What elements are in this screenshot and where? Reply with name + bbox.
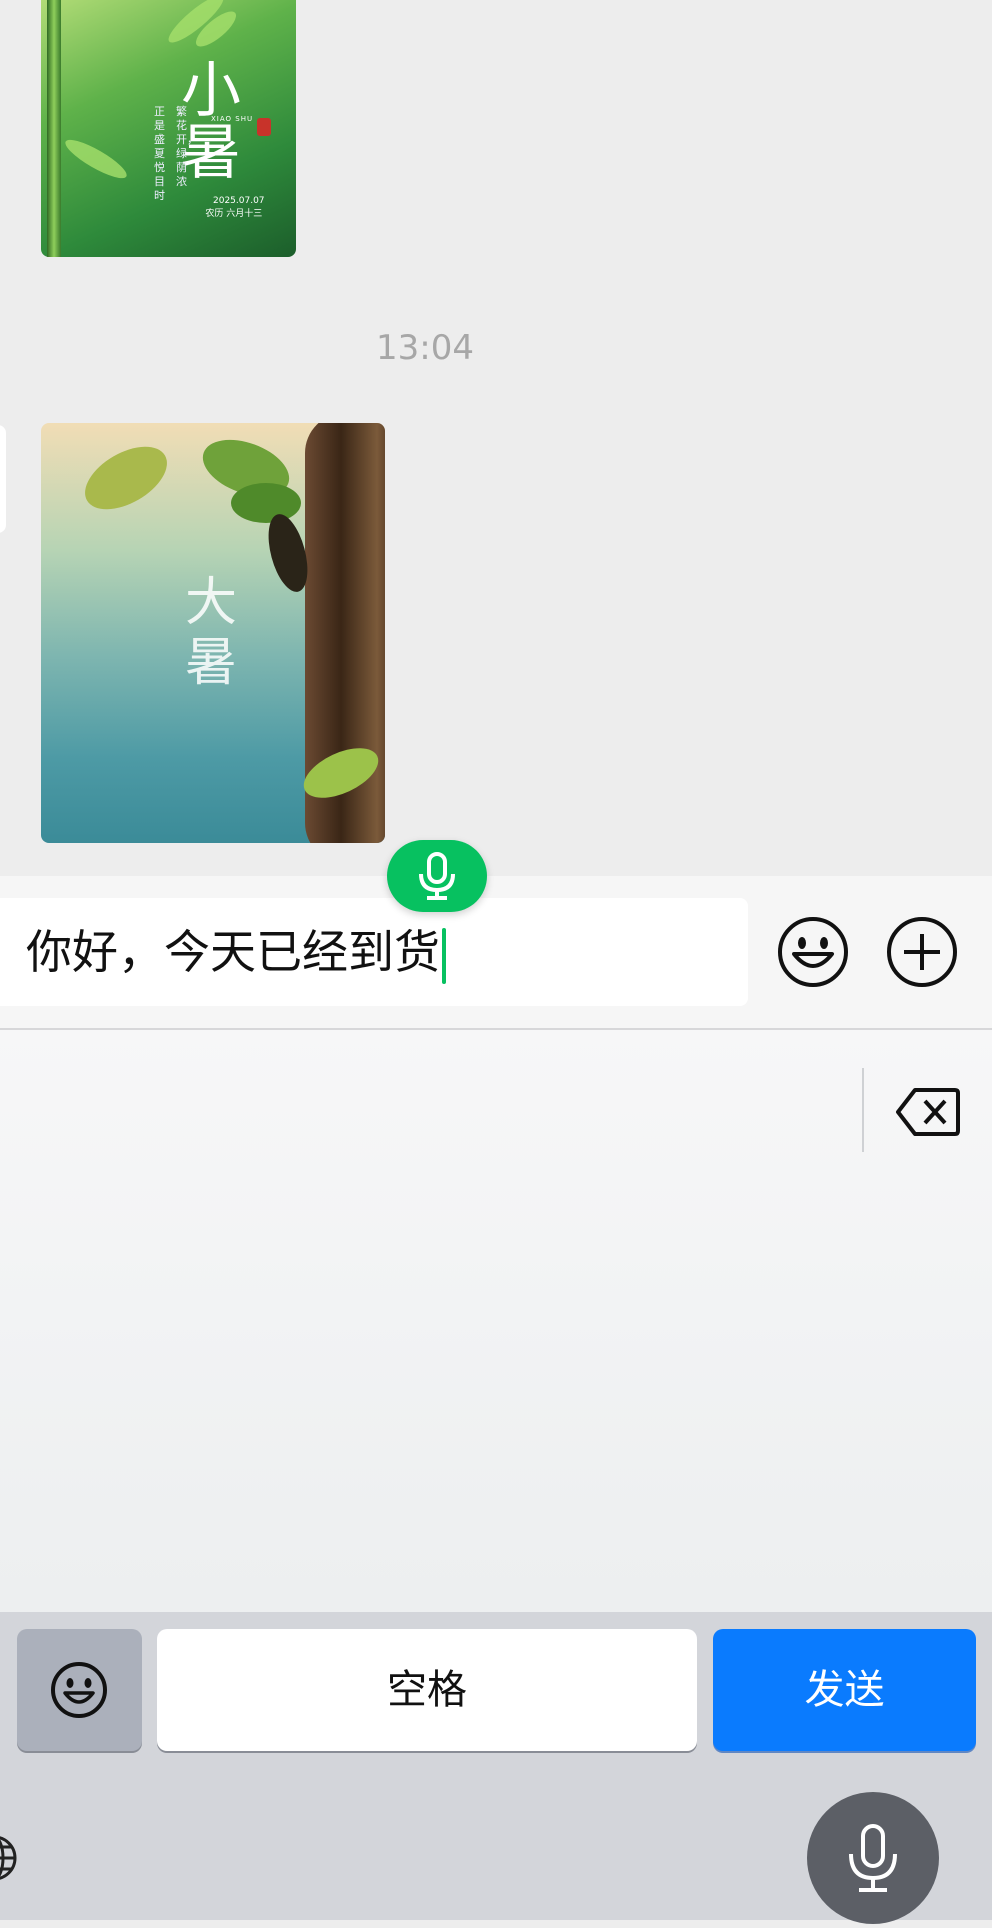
backspace-icon (896, 1088, 960, 1136)
image-date: 2025.07.07 (213, 196, 265, 206)
text-caret (442, 927, 446, 984)
send-key[interactable]: 发送 (713, 1629, 976, 1751)
chat-area: 小暑 XIAO SHU 正是盛夏悦目时 繁花开，绿荫浓 2025.07.07 农… (0, 0, 992, 876)
message-timestamp: 13:04 (376, 328, 474, 368)
leaf-decoration (231, 483, 301, 523)
message-input-value: 你好，今天已经到货 (26, 925, 440, 979)
plus-icon (887, 917, 957, 987)
image-poem-line1: 繁花开，绿荫浓 (176, 105, 198, 188)
more-button[interactable] (886, 916, 958, 988)
chat-image-dashu[interactable]: 大暑 (41, 423, 385, 843)
dictation-mic-icon (849, 1824, 897, 1892)
image-lunar-date: 农历 六月十三 (205, 209, 263, 219)
image-date-block: 2025.07.07 农历 六月十三 (205, 195, 265, 221)
bamboo-decoration (47, 0, 61, 257)
keyboard: 空格 发送 (0, 1030, 992, 1924)
backspace-key[interactable] (895, 1086, 961, 1138)
image-title: 大暑 (184, 573, 237, 693)
voice-input-button[interactable] (387, 840, 487, 912)
leaf-decoration (74, 433, 178, 523)
emoji-icon (778, 917, 848, 987)
red-seal (257, 118, 271, 136)
chat-image-xiaoshu[interactable]: 小暑 XIAO SHU 正是盛夏悦目时 繁花开，绿荫浓 2025.07.07 农… (41, 0, 296, 257)
keyboard-divider (862, 1068, 864, 1152)
message-input[interactable]: 你好，今天已经到货 (0, 898, 748, 1006)
globe-key[interactable] (0, 1834, 18, 1882)
message-input-text: 你好，今天已经到货 (26, 898, 446, 1006)
input-bar: 你好，今天已经到货 (0, 876, 992, 1030)
emoji-key[interactable] (17, 1629, 142, 1751)
image-pinyin: XIAO SHU (211, 115, 254, 123)
partial-message-bubble[interactable] (0, 425, 6, 533)
space-key[interactable]: 空格 (157, 1629, 697, 1751)
mic-icon (419, 852, 455, 900)
leaf-decoration (61, 133, 131, 185)
emoji-icon (51, 1662, 107, 1718)
dictation-button[interactable] (807, 1792, 939, 1924)
emoji-button[interactable] (777, 916, 849, 988)
globe-icon (0, 1836, 17, 1880)
keyboard-bottom-row: 空格 发送 (0, 1612, 992, 1924)
image-poem-line2: 正是盛夏悦目时 (154, 105, 165, 202)
